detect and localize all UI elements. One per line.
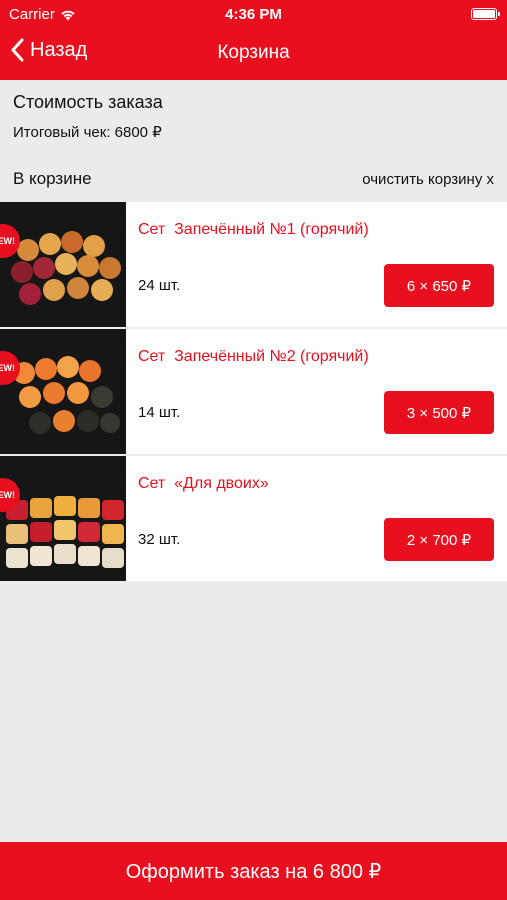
cart-label: В корзине: [13, 169, 92, 188]
status-time: 4:36 PM: [225, 6, 282, 23]
top-bar: Carrier 4:36 PM Назад Корзина: [0, 0, 507, 80]
order-summary: Стоимость заказа Итоговый чек: 6800 ₽: [13, 92, 163, 141]
summary-heading: Стоимость заказа: [13, 92, 163, 112]
cart-items-list: NEW! Сет Запечённый №1 (горячий) 24 шт. …: [0, 202, 507, 583]
cart-item[interactable]: NEW! Сет Запечённый №2 (горячий) 14 шт. …: [0, 329, 507, 454]
price-button[interactable]: 6 × 650 ₽: [384, 264, 494, 307]
item-quantity: 14 шт.: [138, 404, 181, 421]
checkout-button[interactable]: Оформить заказ на 6 800 ₽: [0, 842, 507, 900]
cart-header: В корзине очистить корзину x: [13, 168, 494, 190]
item-quantity: 24 шт.: [138, 277, 181, 294]
clear-cart-button[interactable]: очистить корзину x: [362, 171, 494, 188]
price-button[interactable]: 2 × 700 ₽: [384, 518, 494, 561]
item-name: Сет Запечённый №1 (горячий): [138, 221, 369, 238]
cart-item[interactable]: NEW! Сет «Для двоих» 32 шт. 2 × 700 ₽: [0, 456, 507, 581]
item-name: Сет «Для двоих»: [138, 475, 269, 492]
product-image: NEW!: [0, 329, 126, 454]
price-button[interactable]: 3 × 500 ₽: [384, 391, 494, 434]
cart-item[interactable]: NEW! Сет Запечённый №1 (горячий) 24 шт. …: [0, 202, 507, 327]
product-image: NEW!: [0, 202, 126, 327]
product-image: NEW!: [0, 456, 126, 581]
navigation-bar: Назад Корзина: [0, 34, 507, 72]
status-bar: Carrier 4:36 PM: [0, 0, 507, 28]
order-total: Итоговый чек: 6800 ₽: [13, 124, 162, 141]
battery-icon: [471, 8, 500, 20]
page-title: Корзина: [217, 42, 290, 63]
item-name: Сет Запечённый №2 (горячий): [138, 348, 369, 365]
item-quantity: 32 шт.: [138, 531, 181, 548]
